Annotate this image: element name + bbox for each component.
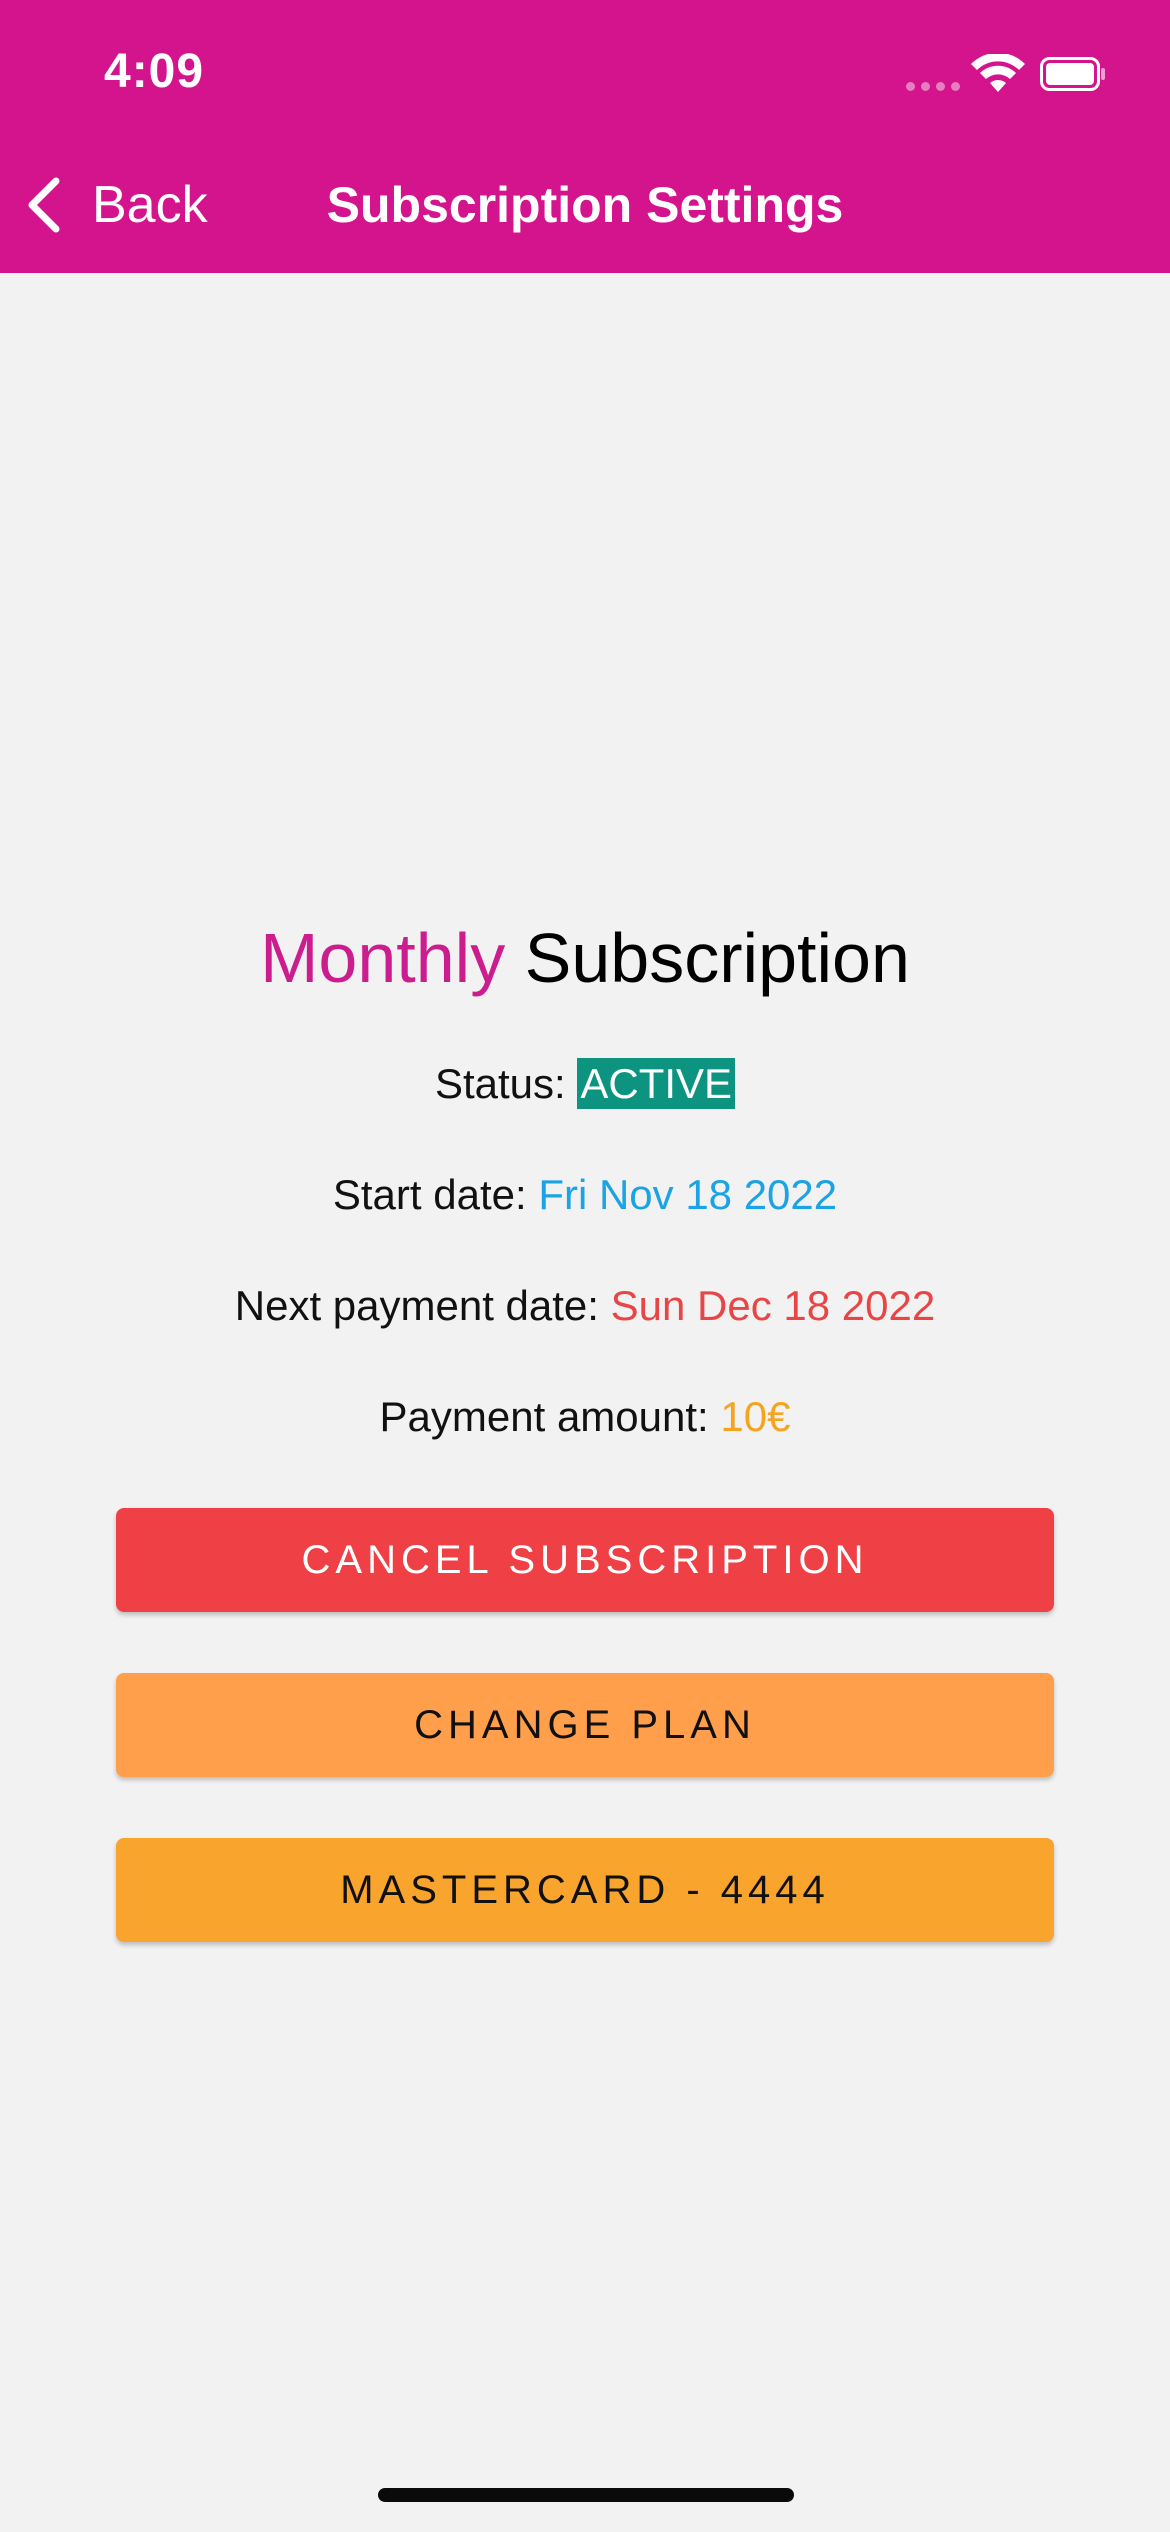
subscription-title: Monthly Subscription (0, 918, 1170, 998)
cancel-subscription-button[interactable]: CANCEL SUBSCRIPTION (116, 1508, 1054, 1612)
status-time: 4:09 (104, 45, 205, 98)
payment-amount-row: Payment amount: 10€ (0, 1393, 1170, 1441)
next-payment-row: Next payment date: Sun Dec 18 2022 (0, 1282, 1170, 1330)
home-indicator[interactable] (378, 2488, 794, 2502)
status-badge: ACTIVE (577, 1058, 736, 1109)
payment-amount-label: Payment amount: (379, 1393, 709, 1440)
start-date-row: Start date: Fri Nov 18 2022 (0, 1171, 1170, 1219)
signal-icon (906, 82, 960, 91)
battery-icon (1040, 57, 1105, 91)
page-title: Subscription Settings (326, 177, 844, 233)
plan-name: Monthly (260, 919, 506, 997)
payment-amount-value: 10€ (720, 1393, 791, 1440)
status-row: Status: ACTIVE (0, 1058, 1170, 1109)
navigation-header: 4:09 Back Subscription Settings (0, 0, 1170, 273)
status-label: Status: (434, 1060, 566, 1107)
payment-card-button[interactable]: MASTERCARD - 4444 (116, 1838, 1054, 1942)
wifi-icon (971, 54, 1025, 92)
next-payment-value: Sun Dec 18 2022 (610, 1282, 936, 1329)
next-payment-label: Next payment date: (234, 1282, 599, 1329)
change-plan-button[interactable]: CHANGE PLAN (116, 1673, 1054, 1777)
subscription-title-suffix: Subscription (524, 919, 910, 997)
start-date-value: Fri Nov 18 2022 (538, 1171, 838, 1218)
start-date-label: Start date: (332, 1171, 527, 1218)
